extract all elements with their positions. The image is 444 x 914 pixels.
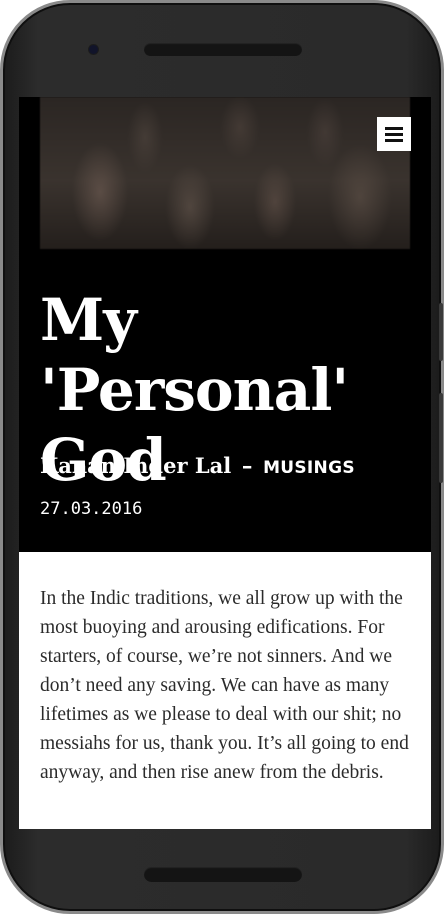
author-link[interactable]: Kanan Inder Lal	[40, 453, 231, 478]
category-link[interactable]: MUSINGS	[263, 458, 355, 478]
hamburger-menu-icon-bar	[385, 133, 403, 136]
byline: Kanan Inder Lal – MUSINGS	[40, 452, 355, 482]
hamburger-menu-icon	[385, 127, 403, 130]
byline-separator: –	[241, 453, 253, 478]
volume-button	[439, 303, 443, 361]
hero-image	[40, 97, 410, 249]
front-camera	[89, 45, 98, 54]
article-date: 27.03.2016	[40, 499, 143, 519]
menu-button[interactable]	[377, 117, 411, 151]
bottom-speaker	[144, 867, 302, 882]
phone-frame: My 'Personal' God Kanan Inder Lal – MUSI…	[0, 0, 444, 914]
article-body: In the Indic traditions, we all grow up …	[40, 588, 409, 783]
hamburger-menu-icon-bar	[385, 139, 403, 142]
earpiece-speaker	[144, 43, 302, 56]
screen: My 'Personal' God Kanan Inder Lal – MUSI…	[19, 97, 431, 829]
power-button	[439, 393, 443, 483]
article-content: In the Indic traditions, we all grow up …	[19, 552, 431, 829]
